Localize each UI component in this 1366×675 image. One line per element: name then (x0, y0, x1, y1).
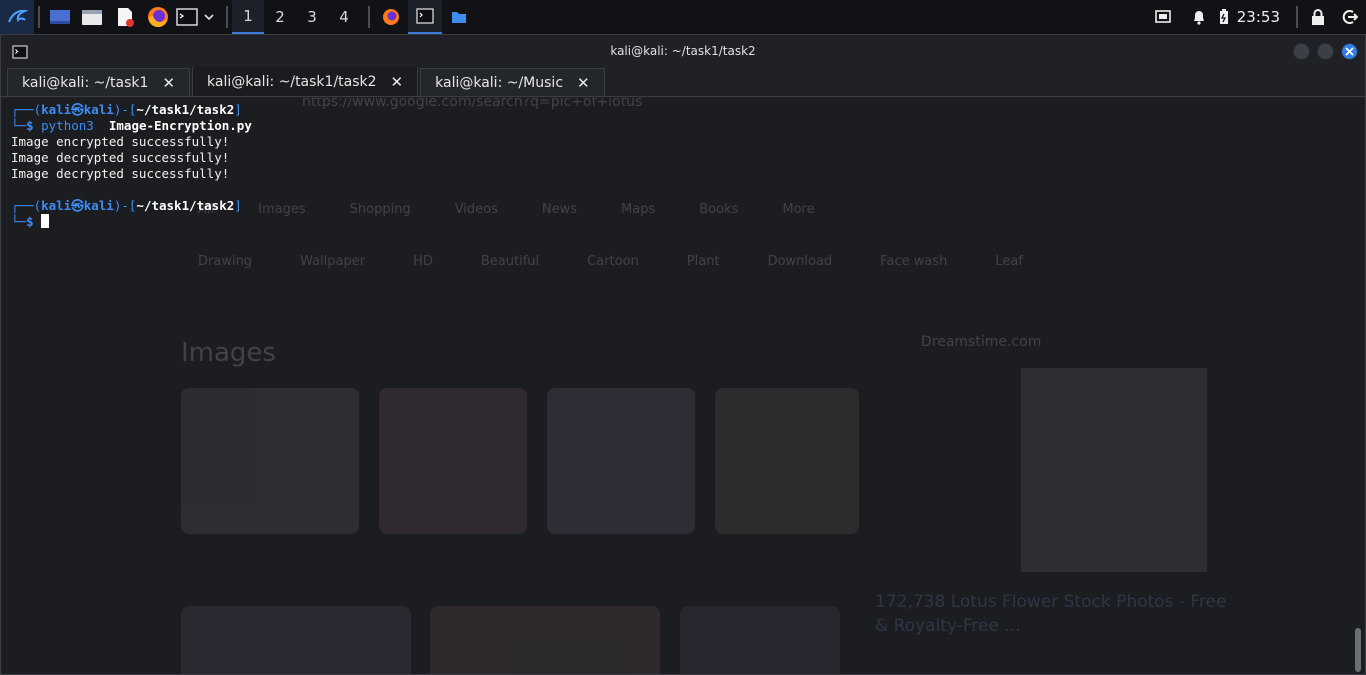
terminal-tab-bar: kali@kali: ~/task1 ✕ kali@kali: ~/task1/… (1, 66, 1365, 97)
maximize-button[interactable] (1317, 43, 1334, 60)
ghost-image (430, 606, 660, 674)
window-title: kali@kali: ~/task1/task2 (610, 44, 756, 58)
tab-close-icon[interactable]: ✕ (162, 74, 175, 92)
workspace-2[interactable]: 2 (264, 0, 296, 34)
file-manager-icon[interactable] (76, 0, 108, 34)
text-editor-icon[interactable] (108, 0, 142, 34)
prompt-host: kali (83, 198, 114, 213)
ghost-image (181, 388, 359, 534)
output-line: Image encrypted successfully! (11, 134, 230, 149)
ghost-chip: Beautiful (480, 254, 540, 269)
terminal-line: ┌──(kali㉿kali)-[~/task1/task2] (11, 198, 242, 213)
command-arg: Image-Encryption.py (108, 118, 252, 133)
battery-icon[interactable] (1217, 0, 1231, 34)
prompt-user: kali (41, 102, 72, 117)
panel-separator (368, 6, 370, 28)
close-icon (1345, 47, 1354, 56)
ghost-preview-title: 172,738 Lotus Flower Stock Photos - Free… (875, 592, 1227, 636)
display-icon[interactable] (1145, 0, 1181, 34)
title-bar[interactable]: kali@kali: ~/task1/task2 (1, 35, 1365, 67)
ghost-image (680, 606, 840, 674)
ghost-image (547, 388, 695, 534)
workspace-3[interactable]: 3 (296, 0, 328, 34)
ghost-chip: Download (767, 254, 833, 269)
terminal-line: ┌──(kali㉿kali)-[~/task1/task2] (11, 102, 242, 117)
tab-label: kali@kali: ~/task1/task2 (207, 73, 377, 90)
output-line: Image decrypted successfully! (11, 166, 230, 181)
tab-task2[interactable]: kali@kali: ~/task1/task2 ✕ (192, 66, 419, 96)
ghost-chip: Face wash (880, 254, 948, 269)
tab-close-icon[interactable]: ✕ (391, 73, 404, 91)
system-tray: 23:53 (1145, 0, 1366, 34)
terminal-body[interactable]: https://www.google.com/search?q=pic+of+l… (2, 98, 1364, 674)
ghost-chip: Wallpaper (300, 254, 366, 269)
ghost-chip: HD (413, 254, 433, 269)
panel-separator (38, 6, 40, 28)
notification-bell-icon[interactable] (1181, 0, 1217, 34)
output-line: Image decrypted successfully! (11, 150, 230, 165)
kali-menu-icon[interactable] (0, 0, 34, 34)
chevron-down-icon[interactable] (200, 0, 218, 34)
show-desktop-icon[interactable] (44, 0, 76, 34)
tab-close-icon[interactable]: ✕ (577, 74, 590, 92)
ghost-image (379, 388, 527, 534)
ghost-chip: Cartoon (587, 254, 639, 269)
prompt-host: kali (83, 102, 114, 117)
terminal-line: └─$ python3 Image-Encryption.py (11, 118, 252, 133)
prompt-dir: ~/task1/task2 (136, 102, 235, 117)
minimize-button[interactable] (1293, 43, 1310, 60)
prompt-at: ㉿ (71, 102, 84, 117)
logout-icon[interactable] (1334, 0, 1366, 34)
top-panel: 1 2 3 4 23:53 (0, 0, 1366, 34)
clock[interactable]: 23:53 (1237, 8, 1280, 26)
text-cursor (41, 214, 50, 228)
ghost-chip: Leaf (995, 254, 1023, 269)
panel-separator (226, 6, 228, 28)
tab-label: kali@kali: ~/task1 (22, 74, 149, 91)
terminal-launcher-icon[interactable] (174, 0, 200, 34)
prompt-user: kali (41, 198, 72, 213)
ghost-chip-row: Drawing Wallpaper HD Beautiful Cartoon P… (198, 254, 1023, 269)
terminal-window: kali@kali: ~/task1/task2 kali@kali: ~/ta… (0, 34, 1366, 675)
prompt-dir: ~/task1/task2 (136, 198, 235, 213)
workspace-4[interactable]: 4 (328, 0, 360, 34)
ghost-chip: Drawing (198, 254, 253, 269)
ghost-preview-source: Dreamstime.com (921, 334, 1042, 350)
ghost-preview-image (1021, 368, 1207, 572)
close-button[interactable] (1341, 43, 1358, 60)
panel-separator (1296, 6, 1298, 28)
ghost-images-heading: Images (181, 338, 276, 368)
prompt-at: ㉿ (71, 198, 84, 213)
lock-icon[interactable] (1302, 0, 1334, 34)
terminal-line: └─$ (11, 214, 1364, 230)
ghost-image (715, 388, 859, 534)
taskbar-firefox-icon[interactable] (374, 0, 408, 34)
ghost-chip: Plant (686, 254, 720, 269)
workspace-1[interactable]: 1 (232, 0, 264, 34)
command-name: python3 (41, 118, 94, 133)
tab-task1[interactable]: kali@kali: ~/task1 ✕ (7, 68, 191, 96)
taskbar-folder-icon[interactable] (442, 0, 476, 34)
terminal-output: ┌──(kali㉿kali)-[~/task1/task2] └─$ python… (2, 98, 1364, 230)
tab-music[interactable]: kali@kali: ~/Music ✕ (420, 68, 605, 96)
firefox-icon[interactable] (142, 0, 174, 34)
ghost-image (181, 606, 411, 674)
scrollbar-thumb[interactable] (1355, 628, 1361, 672)
tab-label: kali@kali: ~/Music (435, 74, 564, 91)
taskbar-terminal-icon[interactable] (408, 0, 442, 34)
